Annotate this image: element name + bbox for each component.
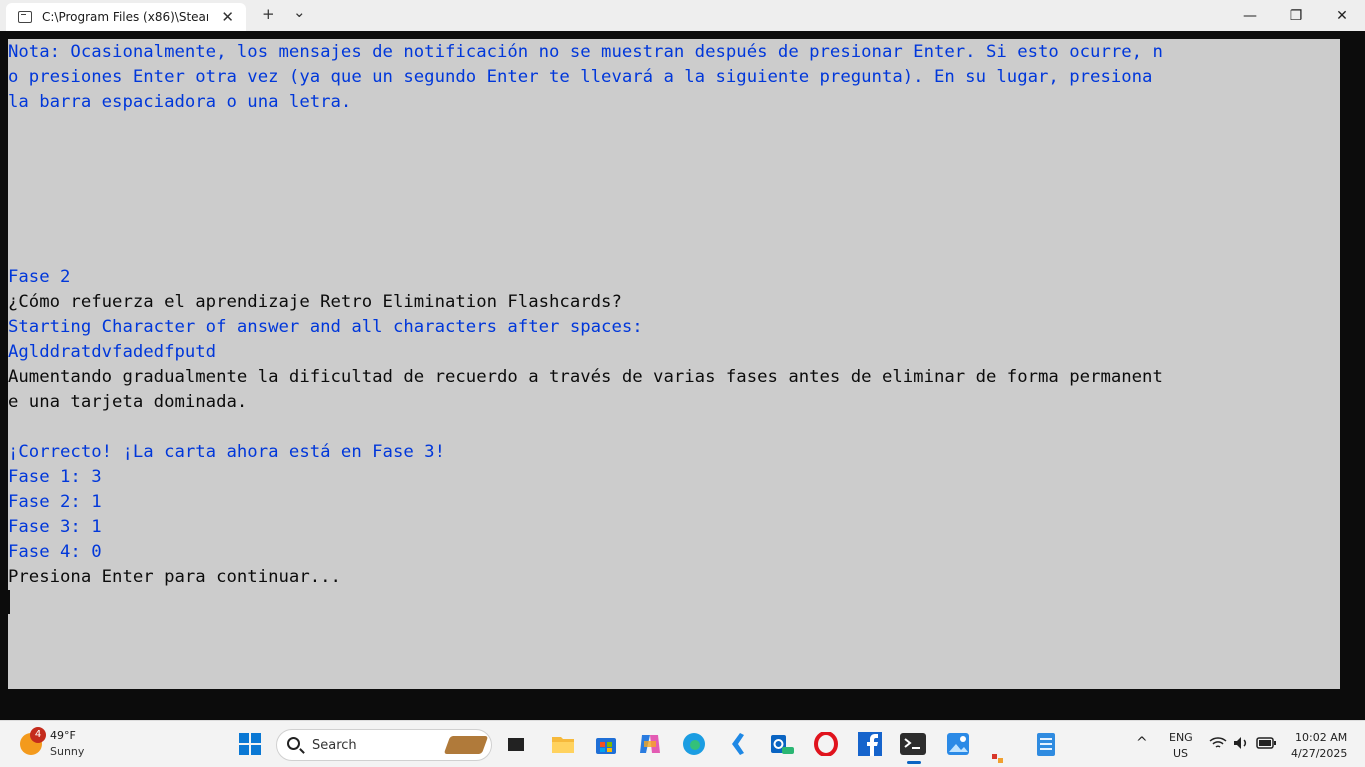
search-icon bbox=[287, 737, 300, 750]
wifi-icon[interactable] bbox=[1208, 733, 1228, 753]
console-line: Presiona Enter para continuar... bbox=[8, 567, 341, 587]
tray-chevron-icon[interactable]: ^ bbox=[1136, 735, 1148, 751]
notification-badge: 4 bbox=[30, 727, 46, 743]
file-explorer-icon[interactable] bbox=[550, 731, 576, 757]
console-output[interactable]: Nota: Ocasionalmente, los mensajes de no… bbox=[8, 39, 1340, 689]
opera-icon[interactable] bbox=[813, 731, 839, 757]
outlook-icon[interactable] bbox=[769, 731, 795, 757]
task-view-icon[interactable] bbox=[503, 731, 529, 757]
console-line: e una tarjeta dominada. bbox=[8, 392, 248, 412]
language-indicator[interactable]: ENG bbox=[1169, 731, 1193, 744]
facebook-icon[interactable] bbox=[857, 731, 883, 757]
text-cursor bbox=[8, 590, 10, 614]
tab-title: C:\Program Files (x86)\Steam\ bbox=[42, 10, 208, 24]
photos-icon[interactable] bbox=[945, 731, 971, 757]
console-line: ¿Cómo refuerza el aprendizaje Retro Elim… bbox=[8, 292, 622, 312]
console-line: ¡Correcto! ¡La carta ahora está en Fase … bbox=[8, 442, 445, 462]
notepad-icon[interactable] bbox=[1033, 731, 1059, 757]
console-line: Fase 2 bbox=[8, 267, 71, 287]
terminal-tab[interactable]: C:\Program Files (x86)\Steam\ ✕ bbox=[6, 3, 246, 31]
console-line: Fase 1: 3 bbox=[8, 467, 102, 487]
region-indicator[interactable]: US bbox=[1173, 747, 1188, 760]
console-line: Nota: Ocasionalmente, los mensajes de no… bbox=[8, 42, 1163, 62]
copilot-icon[interactable] bbox=[637, 731, 663, 757]
terminal-icon[interactable] bbox=[900, 731, 926, 757]
tab-close-button[interactable]: ✕ bbox=[221, 8, 234, 26]
tab-dropdown-button[interactable]: ⌄ bbox=[293, 3, 306, 21]
console-line: Aumentando gradualmente la dificultad de… bbox=[8, 367, 1163, 387]
close-button[interactable]: ✕ bbox=[1319, 0, 1365, 31]
weather-temp: 49°F bbox=[50, 729, 76, 742]
console-line: o presiones Enter otra vez (ya que un se… bbox=[8, 67, 1153, 87]
edge-icon[interactable] bbox=[681, 731, 707, 757]
clock-time[interactable]: 10:02 AM bbox=[1295, 731, 1347, 744]
weather-condition: Sunny bbox=[50, 745, 85, 758]
console-line: la barra espaciadora o una letra. bbox=[8, 92, 352, 112]
minimize-button[interactable]: — bbox=[1227, 0, 1273, 31]
console-line: Starting Character of answer and all cha… bbox=[8, 317, 643, 337]
console-line: Fase 4: 0 bbox=[8, 542, 102, 562]
search-label: Search bbox=[312, 738, 357, 753]
title-bar: C:\Program Files (x86)\Steam\ ✕ + ⌄ — ❐ … bbox=[0, 0, 1365, 31]
vscode-icon[interactable] bbox=[725, 731, 751, 757]
weather-widget[interactable]: 4 49°F Sunny bbox=[20, 727, 120, 763]
widget-icon[interactable] bbox=[989, 751, 1009, 767]
search-box[interactable]: Search bbox=[276, 729, 492, 761]
active-app-indicator bbox=[907, 761, 921, 764]
new-tab-button[interactable]: + bbox=[262, 5, 275, 23]
console-line: Fase 3: 1 bbox=[8, 517, 102, 537]
start-icon[interactable] bbox=[237, 731, 263, 757]
taskbar: 4 49°F Sunny Search ^ ENG US 10:02 AM 4/… bbox=[0, 720, 1365, 767]
search-highlight-icon bbox=[443, 736, 489, 754]
volume-icon[interactable] bbox=[1231, 733, 1251, 753]
console-line: Aglddratdvfadedfputd bbox=[8, 342, 217, 362]
battery-icon[interactable] bbox=[1255, 733, 1277, 753]
maximize-button[interactable]: ❐ bbox=[1273, 0, 1319, 31]
clock-date[interactable]: 4/27/2025 bbox=[1291, 747, 1347, 760]
console-line: Fase 2: 1 bbox=[8, 492, 102, 512]
store-icon[interactable] bbox=[593, 731, 619, 757]
console-icon bbox=[18, 11, 32, 23]
